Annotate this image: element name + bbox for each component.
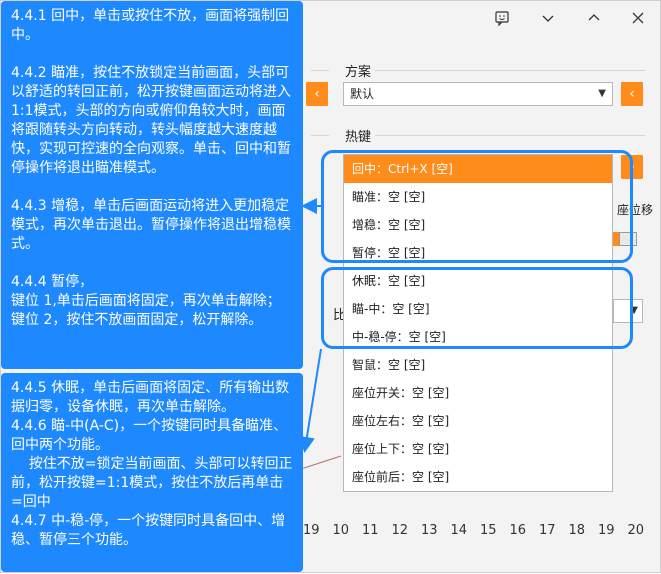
annotation-note-2: 4.4.5 休眠，单击后画面将固定、所有输出数据归零，设备休眠，再次单击解除。 … (1, 373, 303, 572)
annotation-note-1: 4.4.1 回中，单击或按住不放，画面将强制回中。 4.4.2 瞄准，按住不放锁… (1, 1, 303, 369)
app-window: 方案 ‹ 默认 ▼ ‹ 热键 › 座位移 比 ▼ 19 10 11 12 13 14 15 1… (0, 0, 661, 573)
